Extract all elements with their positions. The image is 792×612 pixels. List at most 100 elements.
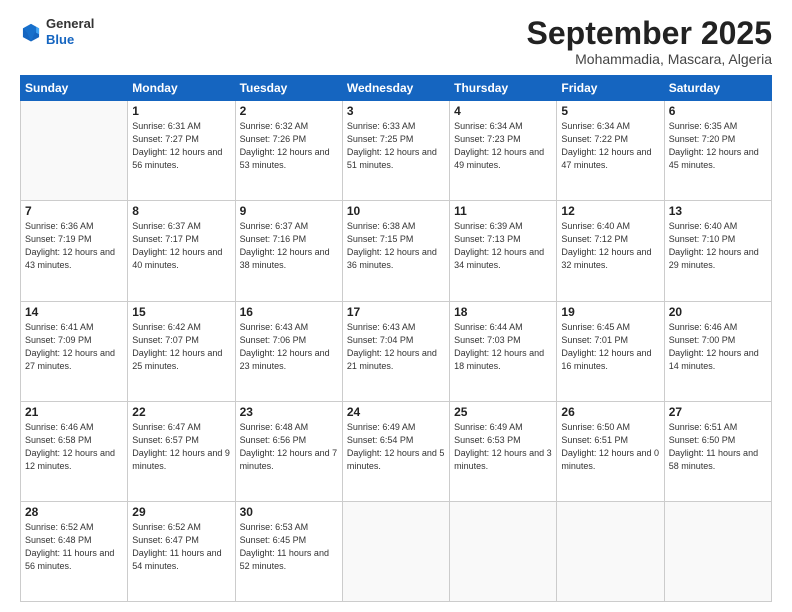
- title-block: September 2025 Mohammadia, Mascara, Alge…: [527, 16, 772, 67]
- header-row: SundayMondayTuesdayWednesdayThursdayFrid…: [21, 76, 772, 101]
- day-cell: 25 Sunrise: 6:49 AM Sunset: 6:53 PM Dayli…: [450, 401, 557, 501]
- logo: General Blue: [20, 16, 94, 47]
- day-number: 5: [561, 104, 659, 118]
- day-cell: 1 Sunrise: 6:31 AM Sunset: 7:27 PM Daylig…: [128, 101, 235, 201]
- day-cell: 24 Sunrise: 6:49 AM Sunset: 6:54 PM Dayli…: [342, 401, 449, 501]
- header: General Blue September 2025 Mohammadia, …: [20, 16, 772, 67]
- day-number: 10: [347, 204, 445, 218]
- day-info: Sunrise: 6:45 AM Sunset: 7:01 PM Dayligh…: [561, 321, 659, 373]
- day-number: 23: [240, 405, 338, 419]
- day-info: Sunrise: 6:34 AM Sunset: 7:22 PM Dayligh…: [561, 120, 659, 172]
- day-cell: [557, 501, 664, 601]
- day-cell: 17Sunrise: 6:43 AM Sunset: 7:04 PM Dayli…: [342, 301, 449, 401]
- day-info: Sunrise: 6:44 AM Sunset: 7:03 PM Dayligh…: [454, 321, 552, 373]
- day-cell: 2 Sunrise: 6:32 AM Sunset: 7:26 PM Daylig…: [235, 101, 342, 201]
- day-number: 12: [561, 204, 659, 218]
- day-info: Sunrise: 6:32 AM Sunset: 7:26 PM Dayligh…: [240, 120, 338, 172]
- day-info: Sunrise: 6:35 AM Sunset: 7:20 PM Dayligh…: [669, 120, 767, 172]
- day-cell: 18 Sunrise: 6:44 AM Sunset: 7:03 PM Dayli…: [450, 301, 557, 401]
- day-number: 7: [25, 204, 123, 218]
- calendar-table: SundayMondayTuesdayWednesdayThursdayFrid…: [20, 75, 772, 602]
- day-number: 30: [240, 505, 338, 519]
- day-number: 2: [240, 104, 338, 118]
- weekday-header: Sunday: [21, 76, 128, 101]
- month-title: September 2025: [527, 16, 772, 51]
- day-cell: 3 Sunrise: 6:33 AM Sunset: 7:25 PM Daylig…: [342, 101, 449, 201]
- location: Mohammadia, Mascara, Algeria: [527, 51, 772, 67]
- day-number: 14: [25, 305, 123, 319]
- day-number: 4: [454, 104, 552, 118]
- day-info: Sunrise: 6:51 AM Sunset: 6:50 PM Dayligh…: [669, 421, 767, 473]
- day-cell: 4 Sunrise: 6:34 AM Sunset: 7:23 PM Daylig…: [450, 101, 557, 201]
- logo-blue: Blue: [46, 32, 94, 48]
- weekday-header: Wednesday: [342, 76, 449, 101]
- day-number: 28: [25, 505, 123, 519]
- day-cell: [21, 101, 128, 201]
- day-cell: 29 Sunrise: 6:52 AM Sunset: 6:47 PM Dayli…: [128, 501, 235, 601]
- day-number: 18: [454, 305, 552, 319]
- day-info: Sunrise: 6:50 AM Sunset: 6:51 PM Dayligh…: [561, 421, 659, 473]
- weekday-header: Tuesday: [235, 76, 342, 101]
- day-cell: 6 Sunrise: 6:35 AM Sunset: 7:20 PM Daylig…: [664, 101, 771, 201]
- day-number: 21: [25, 405, 123, 419]
- day-number: 9: [240, 204, 338, 218]
- day-cell: 28 Sunrise: 6:52 AM Sunset: 6:48 PM Dayli…: [21, 501, 128, 601]
- day-number: 8: [132, 204, 230, 218]
- day-info: Sunrise: 6:31 AM Sunset: 7:27 PM Dayligh…: [132, 120, 230, 172]
- day-number: 24: [347, 405, 445, 419]
- day-cell: 9 Sunrise: 6:37 AM Sunset: 7:16 PM Daylig…: [235, 201, 342, 301]
- day-info: Sunrise: 6:37 AM Sunset: 7:17 PM Dayligh…: [132, 220, 230, 272]
- day-cell: 26 Sunrise: 6:50 AM Sunset: 6:51 PM Dayli…: [557, 401, 664, 501]
- week-row: 1 Sunrise: 6:31 AM Sunset: 7:27 PM Daylig…: [21, 101, 772, 201]
- day-number: 25: [454, 405, 552, 419]
- day-info: Sunrise: 6:48 AM Sunset: 6:56 PM Dayligh…: [240, 421, 338, 473]
- day-info: Sunrise: 6:33 AM Sunset: 7:25 PM Dayligh…: [347, 120, 445, 172]
- day-cell: 19 Sunrise: 6:45 AM Sunset: 7:01 PM Dayli…: [557, 301, 664, 401]
- day-info: Sunrise: 6:43 AM Sunset: 7:06 PM Dayligh…: [240, 321, 338, 373]
- day-number: 1: [132, 104, 230, 118]
- logo-text: General Blue: [46, 16, 94, 47]
- day-number: 3: [347, 104, 445, 118]
- day-info: Sunrise: 6:40 AM Sunset: 7:12 PM Dayligh…: [561, 220, 659, 272]
- weekday-header: Friday: [557, 76, 664, 101]
- day-number: 19: [561, 305, 659, 319]
- day-cell: [664, 501, 771, 601]
- day-cell: 11 Sunrise: 6:39 AM Sunset: 7:13 PM Dayli…: [450, 201, 557, 301]
- day-info: Sunrise: 6:39 AM Sunset: 7:13 PM Dayligh…: [454, 220, 552, 272]
- day-cell: 23 Sunrise: 6:48 AM Sunset: 6:56 PM Dayli…: [235, 401, 342, 501]
- day-info: Sunrise: 6:42 AM Sunset: 7:07 PM Dayligh…: [132, 321, 230, 373]
- day-number: 22: [132, 405, 230, 419]
- day-info: Sunrise: 6:49 AM Sunset: 6:53 PM Dayligh…: [454, 421, 552, 473]
- day-cell: 7 Sunrise: 6:36 AM Sunset: 7:19 PM Daylig…: [21, 201, 128, 301]
- day-cell: 22Sunrise: 6:47 AM Sunset: 6:57 PM Dayli…: [128, 401, 235, 501]
- day-info: Sunrise: 6:41 AM Sunset: 7:09 PM Dayligh…: [25, 321, 123, 373]
- day-number: 20: [669, 305, 767, 319]
- day-number: 6: [669, 104, 767, 118]
- day-number: 26: [561, 405, 659, 419]
- day-number: 16: [240, 305, 338, 319]
- week-row: 21Sunrise: 6:46 AM Sunset: 6:58 PM Dayli…: [21, 401, 772, 501]
- day-info: Sunrise: 6:36 AM Sunset: 7:19 PM Dayligh…: [25, 220, 123, 272]
- day-cell: 5 Sunrise: 6:34 AM Sunset: 7:22 PM Daylig…: [557, 101, 664, 201]
- day-info: Sunrise: 6:52 AM Sunset: 6:47 PM Dayligh…: [132, 521, 230, 573]
- day-number: 11: [454, 204, 552, 218]
- logo-icon: [20, 21, 42, 43]
- day-info: Sunrise: 6:37 AM Sunset: 7:16 PM Dayligh…: [240, 220, 338, 272]
- day-info: Sunrise: 6:52 AM Sunset: 6:48 PM Dayligh…: [25, 521, 123, 573]
- day-info: Sunrise: 6:49 AM Sunset: 6:54 PM Dayligh…: [347, 421, 445, 473]
- day-info: Sunrise: 6:34 AM Sunset: 7:23 PM Dayligh…: [454, 120, 552, 172]
- day-cell: [450, 501, 557, 601]
- week-row: 28 Sunrise: 6:52 AM Sunset: 6:48 PM Dayli…: [21, 501, 772, 601]
- page: General Blue September 2025 Mohammadia, …: [0, 0, 792, 612]
- day-cell: 12 Sunrise: 6:40 AM Sunset: 7:12 PM Dayli…: [557, 201, 664, 301]
- day-number: 15: [132, 305, 230, 319]
- day-cell: 8 Sunrise: 6:37 AM Sunset: 7:17 PM Daylig…: [128, 201, 235, 301]
- day-cell: 13Sunrise: 6:40 AM Sunset: 7:10 PM Dayli…: [664, 201, 771, 301]
- day-number: 29: [132, 505, 230, 519]
- week-row: 7 Sunrise: 6:36 AM Sunset: 7:19 PM Daylig…: [21, 201, 772, 301]
- day-number: 17: [347, 305, 445, 319]
- week-row: 14 Sunrise: 6:41 AM Sunset: 7:09 PM Dayli…: [21, 301, 772, 401]
- day-cell: 15 Sunrise: 6:42 AM Sunset: 7:07 PM Dayli…: [128, 301, 235, 401]
- day-cell: 30Sunrise: 6:53 AM Sunset: 6:45 PM Dayli…: [235, 501, 342, 601]
- day-info: Sunrise: 6:40 AM Sunset: 7:10 PM Dayligh…: [669, 220, 767, 272]
